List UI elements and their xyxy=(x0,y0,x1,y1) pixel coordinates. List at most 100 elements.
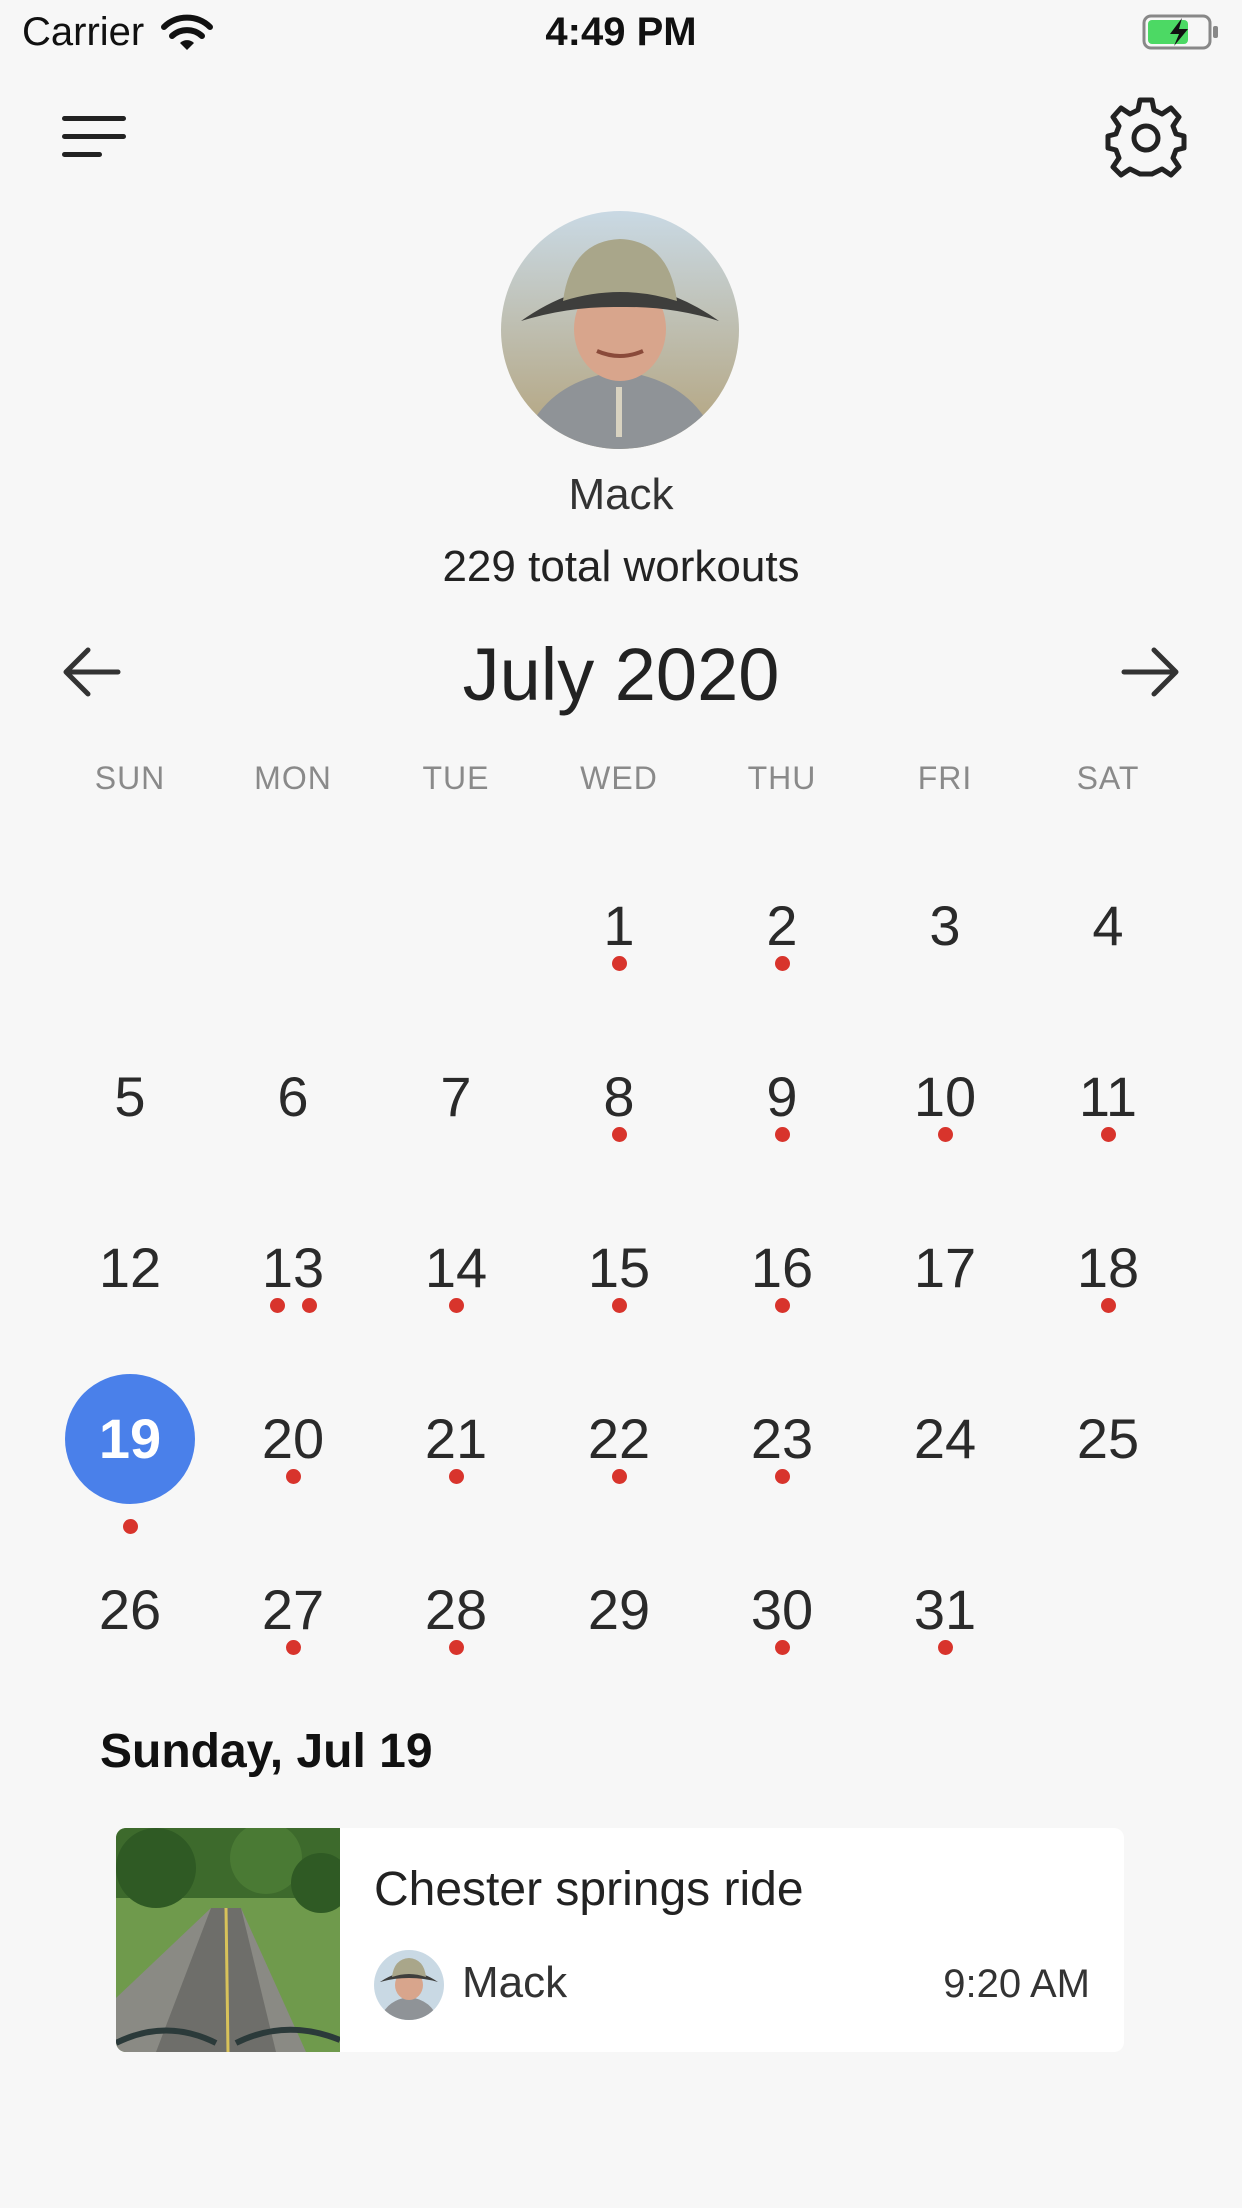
workout-user-avatar xyxy=(374,1950,444,2020)
profile-avatar[interactable] xyxy=(501,211,739,449)
workout-indicator-dot xyxy=(285,1640,301,1655)
arrow-right-icon xyxy=(1121,647,1179,697)
calendar-day-number: 23 xyxy=(750,1407,814,1470)
total-workouts-label: 229 total workouts xyxy=(442,542,800,591)
calendar-day-number: 6 xyxy=(277,1065,309,1128)
calendar-day[interactable]: 20 xyxy=(223,1369,363,1509)
calendar-day-number: 26 xyxy=(98,1578,162,1641)
next-month-button[interactable] xyxy=(1118,640,1182,704)
workout-indicator-dot xyxy=(122,1519,138,1534)
calendar-day[interactable]: 31 xyxy=(875,1540,1015,1680)
weekday-label: SAT xyxy=(1076,760,1140,796)
calendar-day[interactable]: 24 xyxy=(875,1369,1015,1509)
workout-card[interactable]: Chester springs ride Mack 9:20 AM xyxy=(116,1828,1124,2052)
workout-indicator-dot xyxy=(301,1298,317,1313)
calendar-day[interactable]: 5 xyxy=(60,1027,200,1167)
calendar-day[interactable]: 17 xyxy=(875,1198,1015,1338)
calendar-day[interactable]: 21 xyxy=(386,1369,526,1509)
battery-charging-icon xyxy=(1142,14,1218,50)
settings-button[interactable] xyxy=(1104,96,1188,180)
calendar-day[interactable]: 22 xyxy=(549,1369,689,1509)
calendar-day-number: 31 xyxy=(913,1578,977,1641)
calendar-day[interactable]: 6 xyxy=(223,1027,363,1167)
workout-indicator-dot xyxy=(1100,1127,1116,1142)
calendar-day[interactable]: 16 xyxy=(712,1198,852,1338)
workout-indicator-dot xyxy=(774,956,790,971)
calendar-day[interactable]: 3 xyxy=(875,856,1015,996)
calendar-day-number: 10 xyxy=(913,1065,977,1128)
workout-indicator-dot xyxy=(448,1469,464,1484)
calendar-day-number: 25 xyxy=(1076,1407,1140,1470)
weekday-label: THU xyxy=(747,760,817,796)
workout-indicator-dot xyxy=(611,956,627,971)
calendar-day[interactable]: 1 xyxy=(549,856,689,996)
menu-button[interactable] xyxy=(58,110,134,166)
calendar-day[interactable]: 27 xyxy=(223,1540,363,1680)
workout-indicator-dot xyxy=(937,1640,953,1655)
calendar-day[interactable]: 14 xyxy=(386,1198,526,1338)
calendar-day-number: 27 xyxy=(261,1578,325,1641)
status-bar: Carrier 4:49 PM xyxy=(0,0,1242,66)
workout-title: Chester springs ride xyxy=(374,1863,804,1916)
calendar-day-number: 21 xyxy=(424,1407,488,1470)
calendar-day-number: 1 xyxy=(603,894,635,957)
calendar-day[interactable]: 30 xyxy=(712,1540,852,1680)
calendar-day-number: 7 xyxy=(440,1065,472,1128)
calendar-day[interactable]: 12 xyxy=(60,1198,200,1338)
calendar-day[interactable]: 28 xyxy=(386,1540,526,1680)
workout-photo xyxy=(116,1828,340,2052)
workout-indicator-dot xyxy=(285,1469,301,1484)
calendar-day-number: 18 xyxy=(1076,1236,1140,1299)
calendar-day[interactable]: 19 xyxy=(60,1369,200,1534)
calendar-day[interactable]: 13 xyxy=(223,1198,363,1338)
workout-indicator-dot xyxy=(611,1127,627,1142)
calendar-day-number: 5 xyxy=(114,1065,146,1128)
calendar-day[interactable]: 15 xyxy=(549,1198,689,1338)
weekday-label: TUE xyxy=(422,760,490,796)
workout-indicator-dot xyxy=(937,1127,953,1142)
workout-indicator-dot xyxy=(774,1298,790,1313)
calendar-day-number: 12 xyxy=(98,1236,162,1299)
calendar-day[interactable]: 4 xyxy=(1038,856,1178,996)
calendar-day[interactable]: 7 xyxy=(386,1027,526,1167)
calendar-day-number: 15 xyxy=(587,1236,651,1299)
calendar-day-number: 11 xyxy=(1078,1065,1138,1128)
workout-indicator-dot xyxy=(448,1640,464,1655)
calendar-day-number: 2 xyxy=(766,894,798,957)
weekday-label: FRI xyxy=(917,760,973,796)
calendar-day[interactable]: 10 xyxy=(875,1027,1015,1167)
calendar-day[interactable]: 23 xyxy=(712,1369,852,1509)
calendar-day[interactable]: 9 xyxy=(712,1027,852,1167)
calendar-day-number: 20 xyxy=(261,1407,325,1470)
calendar-day-number: 24 xyxy=(913,1407,977,1470)
calendar-day[interactable]: 29 xyxy=(549,1540,689,1680)
calendar-day-number: 29 xyxy=(587,1578,651,1641)
weekday-label: WED xyxy=(580,760,658,796)
calendar-day-number: 4 xyxy=(1092,894,1124,957)
calendar-day[interactable]: 8 xyxy=(549,1027,689,1167)
calendar-day-number: 8 xyxy=(603,1065,635,1128)
calendar-day-number: 28 xyxy=(424,1578,488,1641)
workout-time: 9:20 AM xyxy=(943,1962,1090,2006)
calendar-day-number: 3 xyxy=(929,894,961,957)
calendar-day-number: 19 xyxy=(98,1407,162,1470)
calendar-day[interactable]: 26 xyxy=(60,1540,200,1680)
selected-day-title: Sunday, Jul 19 xyxy=(100,1725,433,1778)
calendar-day[interactable]: 2 xyxy=(712,856,852,996)
status-time: 4:49 PM xyxy=(545,10,697,54)
gear-icon xyxy=(1105,97,1187,178)
calendar-day[interactable]: 11 xyxy=(1038,1027,1178,1167)
calendar-day[interactable]: 18 xyxy=(1038,1198,1178,1338)
workout-indicator-dot xyxy=(774,1127,790,1142)
workout-indicator-dot xyxy=(774,1640,790,1655)
workout-indicator-dot xyxy=(611,1469,627,1484)
calendar-day-number: 9 xyxy=(766,1065,798,1128)
calendar-day[interactable]: 25 xyxy=(1038,1369,1178,1509)
calendar-day-number: 13 xyxy=(261,1236,325,1299)
workout-indicator-dot xyxy=(611,1298,627,1313)
workout-indicator-dot xyxy=(269,1298,285,1313)
workout-indicator-dot xyxy=(448,1298,464,1313)
calendar-day-number: 14 xyxy=(424,1236,488,1299)
weekday-label: SUN xyxy=(94,760,166,796)
profile-name: Mack xyxy=(568,470,674,519)
